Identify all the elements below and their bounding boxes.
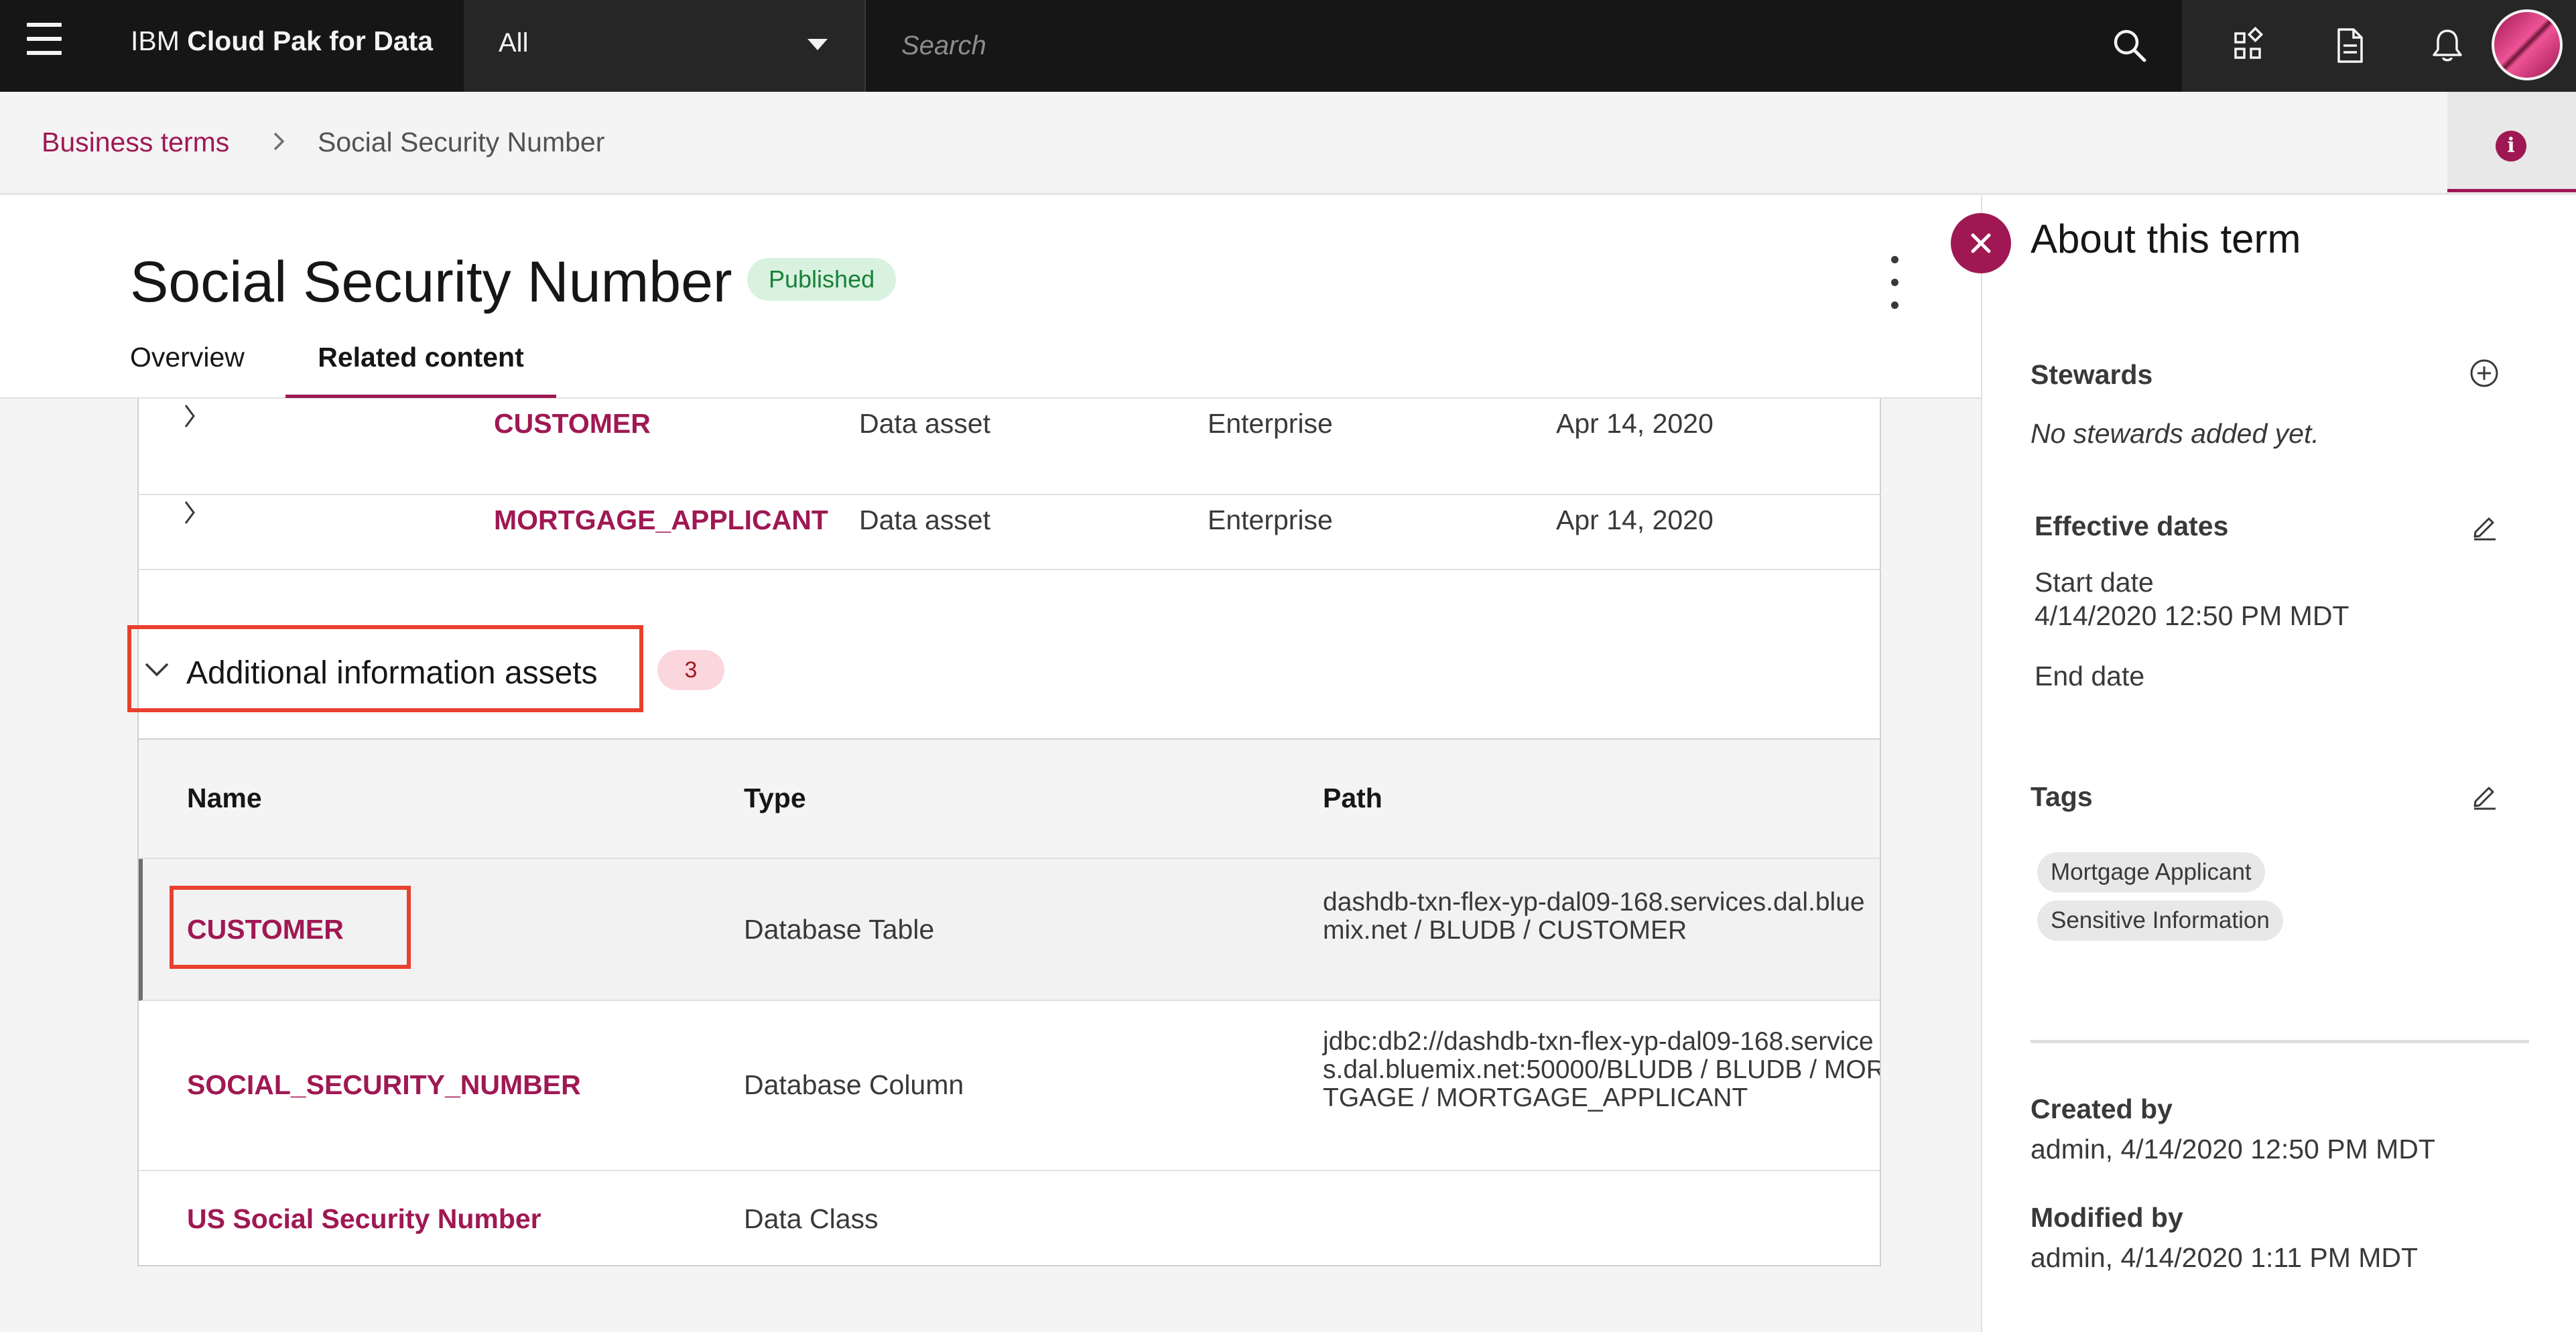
breadcrumb-current: Social Security Number xyxy=(318,127,605,157)
search-icon[interactable] xyxy=(2111,27,2148,64)
modified-by-value: admin, 4/14/2020 1:11 PM MDT xyxy=(2031,1242,2419,1273)
start-date-label: Start date xyxy=(2035,567,2154,598)
asset-type: Data asset xyxy=(859,408,990,439)
tab-related-content-label: Related content xyxy=(318,342,524,373)
add-icon[interactable] xyxy=(2469,358,2500,389)
count-badge: 3 xyxy=(657,650,724,690)
avatar[interactable] xyxy=(2492,9,2563,80)
notification-icon[interactable] xyxy=(2429,27,2466,64)
asset-type: Data asset xyxy=(859,505,990,535)
search-scope-value: All xyxy=(499,28,529,58)
panel-title: About this term xyxy=(2031,216,2301,261)
asset-type: Data Class xyxy=(744,1203,879,1234)
about-panel-toggle[interactable]: i xyxy=(2447,92,2576,192)
table-row[interactable]: MORTGAGE_APPLICANT Data asset Enterprise… xyxy=(139,474,1881,570)
apps-icon[interactable] xyxy=(2229,27,2266,64)
chevron-right-icon[interactable] xyxy=(179,403,200,429)
product-brand[interactable]: IBM Cloud Pak for Data xyxy=(131,25,433,57)
additional-info-table: Name Type Path CUSTOMER Database Table d… xyxy=(137,738,1881,1266)
info-icon: i xyxy=(2496,131,2526,161)
brand-name: Cloud Pak for Data xyxy=(187,25,434,56)
end-date-label: End date xyxy=(2035,661,2145,691)
asset-name-link[interactable]: SOCIAL_SECURITY_NUMBER xyxy=(187,1069,581,1101)
asset-path: jdbc:db2://dashdb-txn-flex-yp-dal09-168.… xyxy=(1323,1027,1881,1112)
column-header-name[interactable]: Name xyxy=(187,783,262,814)
tab-overview[interactable]: Overview xyxy=(130,342,245,398)
stewards-empty-text: No stewards added yet. xyxy=(2031,418,2319,449)
column-header-path[interactable]: Path xyxy=(1323,783,1382,814)
divider xyxy=(2031,1040,2529,1043)
tag-chip[interactable]: Sensitive Information xyxy=(2037,901,2283,941)
table-row[interactable]: CUSTOMER Database Table dashdb-txn-flex-… xyxy=(139,859,1880,1001)
asset-name-link[interactable]: US Social Security Number xyxy=(187,1203,541,1235)
menu-icon[interactable] xyxy=(27,23,64,58)
asset-date: Apr 14, 2020 xyxy=(1556,408,1714,439)
table-header: Name Type Path xyxy=(139,740,1880,859)
overflow-menu-icon[interactable] xyxy=(1884,256,1905,310)
page-title: Social Security Number xyxy=(130,250,732,314)
asset-scope: Enterprise xyxy=(1208,505,1333,535)
edit-icon[interactable] xyxy=(2469,780,2500,811)
search-scope-dropdown[interactable]: All xyxy=(464,0,866,92)
column-header-type[interactable]: Type xyxy=(744,783,806,814)
chevron-right-icon xyxy=(273,132,285,151)
brand-prefix: IBM xyxy=(131,25,188,56)
document-icon[interactable] xyxy=(2331,27,2368,64)
asset-type: Database Column xyxy=(744,1069,964,1100)
close-panel-button[interactable] xyxy=(1951,213,2011,273)
chevron-down-icon xyxy=(808,39,828,50)
top-navigation-bar: IBM Cloud Pak for Data All xyxy=(0,0,2576,92)
page-header: Social Security Number Published Overvie… xyxy=(0,196,1981,399)
close-icon xyxy=(1971,233,1991,253)
table-row[interactable]: US Social Security Number Data Class xyxy=(139,1171,1880,1265)
asset-type: Database Table xyxy=(744,914,935,945)
asset-path: dashdb-txn-flex-yp-dal09-168.services.da… xyxy=(1323,888,1865,945)
search-input[interactable] xyxy=(901,23,2041,68)
breadcrumb: Business terms Social Security Number i xyxy=(0,92,2576,194)
additional-info-accordion-toggle[interactable]: Additional information assets xyxy=(127,625,643,712)
asset-name-link[interactable]: MORTGAGE_APPLICANT xyxy=(494,505,828,536)
tag-chip[interactable]: Mortgage Applicant xyxy=(2037,852,2265,892)
asset-scope: Enterprise xyxy=(1208,408,1333,439)
modified-by-label: Modified by xyxy=(2031,1202,2183,1233)
created-by-value: admin, 4/14/2020 12:50 PM MDT xyxy=(2031,1134,2435,1164)
asset-date: Apr 14, 2020 xyxy=(1556,505,1714,535)
table-row[interactable]: SOCIAL_SECURITY_NUMBER Database Column j… xyxy=(139,1001,1881,1171)
tags-label: Tags xyxy=(2031,781,2093,812)
asset-name-link[interactable]: CUSTOMER xyxy=(494,408,651,440)
about-term-panel: About this term Stewards No stewards add… xyxy=(1981,196,2576,1332)
breadcrumb-link-business-terms[interactable]: Business terms xyxy=(42,127,229,158)
edit-icon[interactable] xyxy=(2469,511,2500,541)
chevron-right-icon[interactable] xyxy=(179,499,200,526)
start-date-value: 4/14/2020 12:50 PM MDT xyxy=(2035,600,2349,631)
section-title: Additional information assets xyxy=(186,655,598,691)
main-content: Social Security Number Published Overvie… xyxy=(0,196,1981,1332)
status-badge: Published xyxy=(747,258,897,301)
tab-related-content[interactable]: Related content xyxy=(285,342,556,398)
effective-dates-label: Effective dates xyxy=(2035,511,2229,541)
asset-name-link[interactable]: CUSTOMER xyxy=(187,914,344,945)
stewards-label: Stewards xyxy=(2031,359,2153,390)
created-by-label: Created by xyxy=(2031,1093,2173,1124)
chevron-down-icon xyxy=(145,663,169,677)
